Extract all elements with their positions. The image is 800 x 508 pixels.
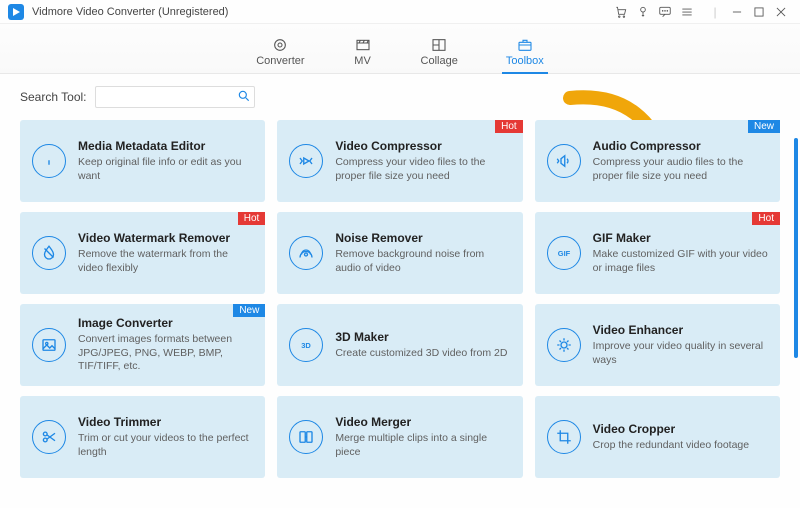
tool-3d-maker[interactable]: 3D 3D Maker Create customized 3D video fro… [277, 304, 522, 386]
tool-desc: Compress your audio files to the proper … [593, 156, 768, 183]
app-title: Vidmore Video Converter (Unregistered) [32, 6, 228, 18]
feedback-icon[interactable] [654, 1, 676, 23]
tool-title: Video Merger [335, 415, 510, 429]
close-button[interactable] [770, 1, 792, 23]
tool-desc: Remove the watermark from the video flex… [78, 248, 253, 275]
new-badge: New [748, 120, 780, 133]
trimmer-icon [32, 420, 66, 454]
search-label: Search Tool: [20, 90, 87, 104]
hot-badge: Hot [238, 212, 266, 225]
tool-text: Noise Remover Remove background noise fro… [335, 231, 510, 275]
tool-desc: Improve your video quality in several wa… [593, 340, 768, 367]
tool-video-cropper[interactable]: Video Cropper Crop the redundant video fo… [535, 396, 780, 478]
tool-title: Video Compressor [335, 139, 510, 153]
cart-icon[interactable] [610, 1, 632, 23]
tool-text: Video Cropper Crop the redundant video fo… [593, 422, 768, 453]
menu-icon[interactable] [676, 1, 698, 23]
tab-label: Converter [256, 55, 304, 67]
tab-mv[interactable]: MV [353, 37, 373, 73]
enhancer-icon [547, 328, 581, 362]
tool-video-merger[interactable]: Video Merger Merge multiple clips into a … [277, 396, 522, 478]
tool-desc: Trim or cut your videos to the perfect l… [78, 432, 253, 459]
maximize-button[interactable] [748, 1, 770, 23]
tab-label: MV [354, 55, 371, 67]
merger-icon [289, 420, 323, 454]
tool-title: Video Enhancer [593, 323, 768, 337]
tool-text: Media Metadata Editor Keep original file … [78, 139, 253, 183]
tool-noise-remover[interactable]: Noise Remover Remove background noise fro… [277, 212, 522, 294]
tool-text: Video Watermark Remover Remove the waterm… [78, 231, 253, 275]
tool-title: Video Cropper [593, 422, 768, 436]
tool-desc: Compress your video files to the proper … [335, 156, 510, 183]
tool-desc: Convert images formats between JPG/JPEG,… [78, 333, 253, 374]
titlebar: Vidmore Video Converter (Unregistered) | [0, 0, 800, 24]
tool-desc: Remove background noise from audio of vi… [335, 248, 510, 275]
tool-title: Video Trimmer [78, 415, 253, 429]
tab-toolbox[interactable]: Toolbox [506, 37, 544, 73]
3d-icon: 3D [289, 328, 323, 362]
tool-title: Video Watermark Remover [78, 231, 253, 245]
search-input[interactable] [95, 86, 255, 108]
tool-title: GIF Maker [593, 231, 768, 245]
watermark-icon [32, 236, 66, 270]
tool-desc: Create customized 3D video from 2D [335, 347, 510, 361]
tool-title: Media Metadata Editor [78, 139, 253, 153]
tool-text: Video Enhancer Improve your video quality… [593, 323, 768, 367]
compress-video-icon [289, 144, 323, 178]
tool-media-metadata-editor[interactable]: Media Metadata Editor Keep original file … [20, 120, 265, 202]
tab-collage[interactable]: Collage [421, 37, 458, 73]
gif-icon: GIF [547, 236, 581, 270]
tool-desc: Crop the redundant video footage [593, 439, 768, 453]
tool-desc: Make customized GIF with your video or i… [593, 248, 768, 275]
main-tabs: Converter MV Collage Toolbox [0, 24, 800, 74]
divider: | [704, 1, 726, 23]
image-icon [32, 328, 66, 362]
tool-title: Audio Compressor [593, 139, 768, 153]
tool-desc: Keep original file info or edit as you w… [78, 156, 253, 183]
tools-grid: Media Metadata Editor Keep original file … [20, 120, 780, 478]
svg-text:3D: 3D [302, 341, 312, 350]
scrollbar-thumb[interactable] [794, 138, 798, 358]
hot-badge: Hot [495, 120, 523, 133]
tool-gif-maker[interactable]: Hot GIF GIF Maker Make customized GIF with … [535, 212, 780, 294]
noise-icon [289, 236, 323, 270]
hot-badge: Hot [752, 212, 780, 225]
tool-audio-compressor[interactable]: New Audio Compressor Compress your audio f… [535, 120, 780, 202]
app-logo [8, 4, 24, 20]
search-row: Search Tool: [20, 86, 780, 108]
cropper-icon [547, 420, 581, 454]
tab-label: Toolbox [506, 55, 544, 67]
compress-audio-icon [547, 144, 581, 178]
tool-title: 3D Maker [335, 330, 510, 344]
tool-text: GIF Maker Make customized GIF with your v… [593, 231, 768, 275]
tool-title: Noise Remover [335, 231, 510, 245]
tool-video-compressor[interactable]: Hot Video Compressor Compress your video f… [277, 120, 522, 202]
tool-text: Video Compressor Compress your video file… [335, 139, 510, 183]
tab-converter[interactable]: Converter [256, 37, 304, 73]
tool-image-converter[interactable]: NewImage Converter Convert images formats… [20, 304, 265, 386]
new-badge: New [233, 304, 265, 317]
tool-text: Video Merger Merge multiple clips into a … [335, 415, 510, 459]
search-icon[interactable] [237, 89, 251, 106]
key-icon[interactable] [632, 1, 654, 23]
svg-text:GIF: GIF [557, 249, 570, 258]
tool-text: Video Trimmer Trim or cut your videos to … [78, 415, 253, 459]
minimize-button[interactable] [726, 1, 748, 23]
tab-label: Collage [421, 55, 458, 67]
info-icon [32, 144, 66, 178]
tool-text: Audio Compressor Compress your audio file… [593, 139, 768, 183]
tool-video-watermark-remover[interactable]: Hot Video Watermark Remover Remove the wat… [20, 212, 265, 294]
content-area: Search Tool: Media Metadata Editor Keep o… [0, 74, 800, 508]
search-box [95, 86, 255, 108]
tool-text: Image Converter Convert images formats be… [78, 316, 253, 374]
tool-video-enhancer[interactable]: Video Enhancer Improve your video quality… [535, 304, 780, 386]
tool-text: 3D Maker Create customized 3D video from … [335, 330, 510, 361]
tool-video-trimmer[interactable]: Video Trimmer Trim or cut your videos to … [20, 396, 265, 478]
tool-title: Image Converter [78, 316, 253, 330]
tool-desc: Merge multiple clips into a single piece [335, 432, 510, 459]
